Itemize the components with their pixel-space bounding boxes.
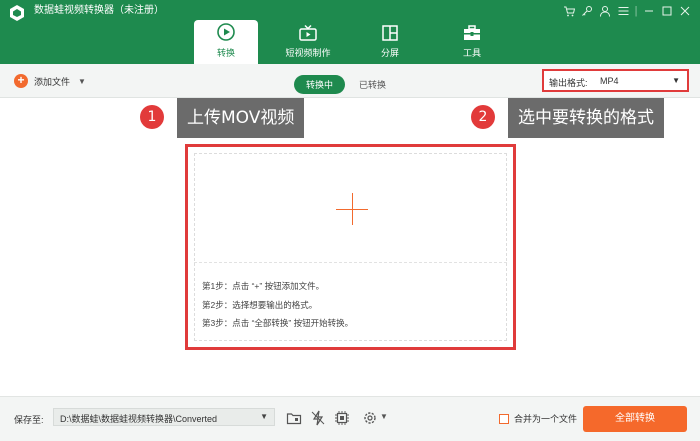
divider: | xyxy=(634,5,638,17)
output-format-label: 输出格式: xyxy=(549,78,588,88)
step-1-text: 第1步：点击 “+” 按钮添加文件。 xyxy=(202,281,325,291)
tab-short-video[interactable]: 短视频制作 xyxy=(276,20,340,64)
callout-select-format: 选中要转换的格式 xyxy=(508,98,664,138)
add-file-button[interactable]: + 添加文件 ▼ xyxy=(14,74,86,88)
tab-convert[interactable]: 转换 xyxy=(194,20,258,64)
tab-converted[interactable]: 已转换 xyxy=(345,75,400,94)
save-path-select[interactable]: D:\数据蛙\数据蛙视频转换器\Converted ▼ xyxy=(53,408,275,426)
tab-converting[interactable]: 转换中 xyxy=(294,75,346,94)
minimize-icon[interactable] xyxy=(640,3,658,19)
merge-into-one-file[interactable]: 合并为一个文件 xyxy=(499,412,577,425)
toolbox-icon xyxy=(464,25,480,40)
settings-gear-icon[interactable] xyxy=(362,410,378,426)
step-3-text: 第3步：点击 “全部转换” 按钮开始转换。 xyxy=(202,318,354,328)
folder-icon[interactable] xyxy=(286,410,302,426)
chevron-down-icon: ▼ xyxy=(672,76,680,85)
add-file-label: 添加文件 xyxy=(34,76,71,87)
chevron-down-icon[interactable]: ▼ xyxy=(78,77,86,86)
cart-icon[interactable] xyxy=(560,3,578,19)
tab-label: 短视频制作 xyxy=(285,48,331,58)
key-icon[interactable] xyxy=(578,3,596,19)
tab-label: 转换 xyxy=(216,48,235,58)
tab-tools[interactable]: 工具 xyxy=(440,20,504,64)
split-screen-icon xyxy=(382,25,398,41)
instruction-steps: 第1步：点击 “+” 按钮添加文件。 第2步：选择想要输出的格式。 第3步：点击… xyxy=(202,277,353,333)
tab-label: 分屏 xyxy=(380,48,399,58)
save-path-value: D:\数据蛙\数据蛙视频转换器\Converted xyxy=(60,414,218,424)
menu-icon[interactable] xyxy=(614,3,632,19)
convert-all-button[interactable]: 全部转换 xyxy=(583,406,687,432)
main-tabs: 转换 短视频制作 分屏 工具 xyxy=(194,20,522,64)
file-drop-area[interactable]: 第1步：点击 “+” 按钮添加文件。 第2步：选择想要输出的格式。 第3步：点击… xyxy=(185,144,516,350)
save-to-label: 保存至: xyxy=(14,415,44,425)
status-segment: 转换中 已转换 xyxy=(294,75,400,94)
add-plus-icon[interactable] xyxy=(352,193,353,225)
tab-split-screen[interactable]: 分屏 xyxy=(358,20,422,64)
step-badge-1: 1 xyxy=(140,105,164,129)
app-logo-icon xyxy=(10,5,24,21)
chevron-down-icon: ▼ xyxy=(260,412,268,421)
output-format-select[interactable]: 输出格式: MP4 ▼ xyxy=(542,69,689,92)
close-icon[interactable] xyxy=(676,3,694,19)
chevron-down-icon[interactable]: ▼ xyxy=(380,412,388,421)
tab-label: 工具 xyxy=(462,48,481,58)
window-controls: | xyxy=(560,3,694,19)
step-2-text: 第2步：选择想要输出的格式。 xyxy=(202,299,318,310)
output-format-value: MP4 xyxy=(600,76,619,86)
maximize-icon[interactable] xyxy=(658,3,676,19)
add-icon: + xyxy=(14,74,28,88)
convert-icon xyxy=(217,23,235,41)
merge-checkbox[interactable] xyxy=(499,413,509,424)
callout-upload-mov: 上传MOV视频 xyxy=(177,98,305,138)
divider xyxy=(194,262,507,263)
step-badge-2: 2 xyxy=(471,105,495,129)
bottom-bar: 保存至: D:\数据蛙\数据蛙视频转换器\Converted ▼ ▼ 合并为一个… xyxy=(0,396,700,441)
merge-label: 合并为一个文件 xyxy=(514,414,578,424)
user-icon[interactable] xyxy=(596,3,614,19)
tv-icon xyxy=(299,24,317,41)
hardware-acceleration-off-icon[interactable] xyxy=(310,410,326,426)
gpu-chip-icon[interactable] xyxy=(334,410,350,426)
app-title: 数据蛙视频转换器（未注册） xyxy=(34,5,164,16)
title-bar: 数据蛙视频转换器（未注册） | 转换 短视频制作 分屏 工具 xyxy=(0,0,700,64)
